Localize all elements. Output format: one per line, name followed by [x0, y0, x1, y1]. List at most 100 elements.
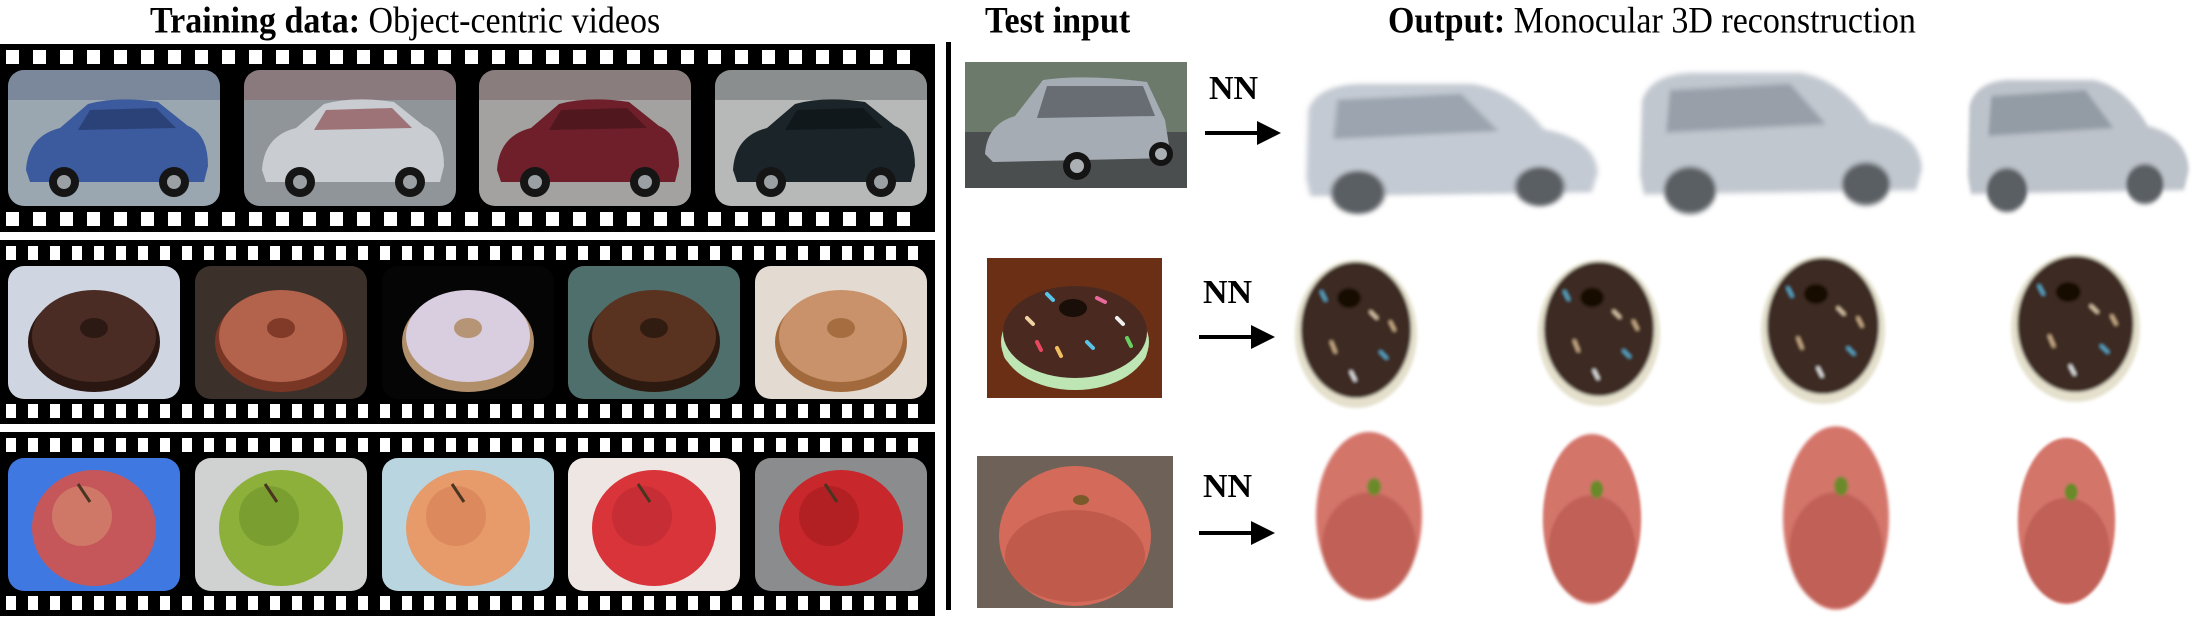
- sprocket-hole: [72, 246, 82, 260]
- sprocket-hole: [842, 596, 852, 610]
- sprocket-hole: [336, 596, 346, 610]
- donut-reconstruction-image: [1761, 256, 1885, 404]
- sprocket-hole: [141, 50, 154, 64]
- test-input-apple: [977, 456, 1173, 608]
- film-frame-apple-4: [568, 458, 741, 591]
- film-frame-donut-4: [568, 266, 741, 399]
- film-frame-apple-2: [194, 458, 367, 591]
- apple-reconstruction-image: [1316, 431, 1422, 601]
- donut-image: [568, 266, 741, 399]
- sprocket-hole: [600, 50, 613, 64]
- sprocket-hole: [622, 438, 632, 452]
- sprocket-hole: [512, 596, 522, 610]
- sprocket-hole: [204, 404, 214, 418]
- sprocket-hole: [276, 50, 289, 64]
- sprocket-hole: [138, 596, 148, 610]
- sprocket-hole: [160, 596, 170, 610]
- sprocket-hole: [754, 596, 764, 610]
- sprocket-hole: [666, 404, 676, 418]
- apple-image: [755, 458, 927, 591]
- sprocket-hole: [468, 596, 478, 610]
- sprocket-hole: [490, 404, 500, 418]
- sprocket-hole: [798, 596, 808, 610]
- sprocket-hole: [384, 212, 397, 226]
- sprocket-hole: [446, 404, 456, 418]
- sprocket-hole: [402, 596, 412, 610]
- sprocket-hole: [644, 246, 654, 260]
- nn-label-car: NN: [1209, 70, 1259, 107]
- film-frame-donut-5: [755, 266, 927, 399]
- output-title-rest: Monocular 3D reconstruction: [1505, 1, 1916, 42]
- sprocket-hole: [465, 50, 478, 64]
- film-frame-car-1: [8, 70, 220, 206]
- sprocket-hole: [708, 50, 721, 64]
- sprocket-hole: [820, 404, 830, 418]
- sprocket-hole: [270, 246, 280, 260]
- sprocket-hole: [908, 404, 918, 418]
- sprocket-hole: [446, 246, 456, 260]
- apple-reconstruction-image: [2017, 437, 2116, 605]
- sprocket-hole: [276, 212, 289, 226]
- sprocket-hole: [512, 246, 522, 260]
- sprocket-hole: [864, 596, 874, 610]
- sprocket-hole: [534, 596, 544, 610]
- sprocket-hole: [627, 212, 640, 226]
- sprocket-hole: [897, 212, 910, 226]
- sprocket-hole: [666, 596, 676, 610]
- sprocket-hole: [688, 404, 698, 418]
- sprocket-hole: [114, 212, 127, 226]
- sprocket-hole: [6, 438, 16, 452]
- reconstruction-apple-view-3: [1780, 422, 1892, 614]
- sprocket-hole: [50, 438, 60, 452]
- sprocket-hole: [160, 438, 170, 452]
- sprocket-hole: [644, 404, 654, 418]
- sprocket-hole: [380, 596, 390, 610]
- sprocket-hole: [314, 246, 324, 260]
- sprocket-hole: [490, 438, 500, 452]
- sprocket-hole: [94, 438, 104, 452]
- sprocket-hole: [424, 404, 434, 418]
- reconstruction-car-view-2: [1630, 58, 1930, 218]
- test-input-car: [965, 62, 1187, 188]
- car-reconstruction-image: [1640, 72, 1922, 214]
- training-data-title-rest: Object-centric videos: [360, 1, 661, 42]
- apple-reconstruction-image: [1783, 426, 1889, 610]
- sprocket-hole: [6, 212, 19, 226]
- reconstruction-apple-view-1: [1313, 428, 1425, 604]
- car-image: [8, 70, 220, 206]
- donut-reconstruction-image: [2011, 254, 2140, 402]
- sprocket-hole: [270, 438, 280, 452]
- apple-image: [194, 458, 367, 591]
- sprocket-hole: [864, 438, 874, 452]
- donut-reconstruction-image: [1294, 260, 1418, 408]
- sprocket-hole: [270, 596, 280, 610]
- sprocket-hole: [644, 596, 654, 610]
- sprocket-hole: [116, 246, 126, 260]
- sprocket-hole: [710, 404, 720, 418]
- sprocket-hole: [870, 50, 883, 64]
- sprocket-hole: [870, 212, 883, 226]
- reconstruction-donut-view-3: [1758, 248, 1888, 408]
- sprocket-hole: [732, 438, 742, 452]
- sprocket-hole: [226, 404, 236, 418]
- sprocket-hole: [116, 404, 126, 418]
- apple-image: [8, 458, 180, 591]
- sprocket-hole: [708, 212, 721, 226]
- sprocket-hole: [160, 404, 170, 418]
- sprocket-hole: [798, 404, 808, 418]
- training-data-title-bold: Training data:: [150, 1, 361, 42]
- car-image: [965, 62, 1187, 188]
- sprocket-hole: [776, 438, 786, 452]
- sprocket-hole: [168, 212, 181, 226]
- sprocket-hole: [6, 246, 16, 260]
- sprocket-hole: [654, 212, 667, 226]
- sprocket-hole: [789, 212, 802, 226]
- film-strip-donuts: [0, 240, 935, 424]
- reconstruction-car-view-1: [1296, 70, 1606, 218]
- sprocket-hole: [226, 438, 236, 452]
- sprocket-hole: [204, 438, 214, 452]
- sprocket-hole: [578, 596, 588, 610]
- sprocket-hole: [710, 438, 720, 452]
- sprocket-hole: [195, 212, 208, 226]
- sprocket-hole: [519, 212, 532, 226]
